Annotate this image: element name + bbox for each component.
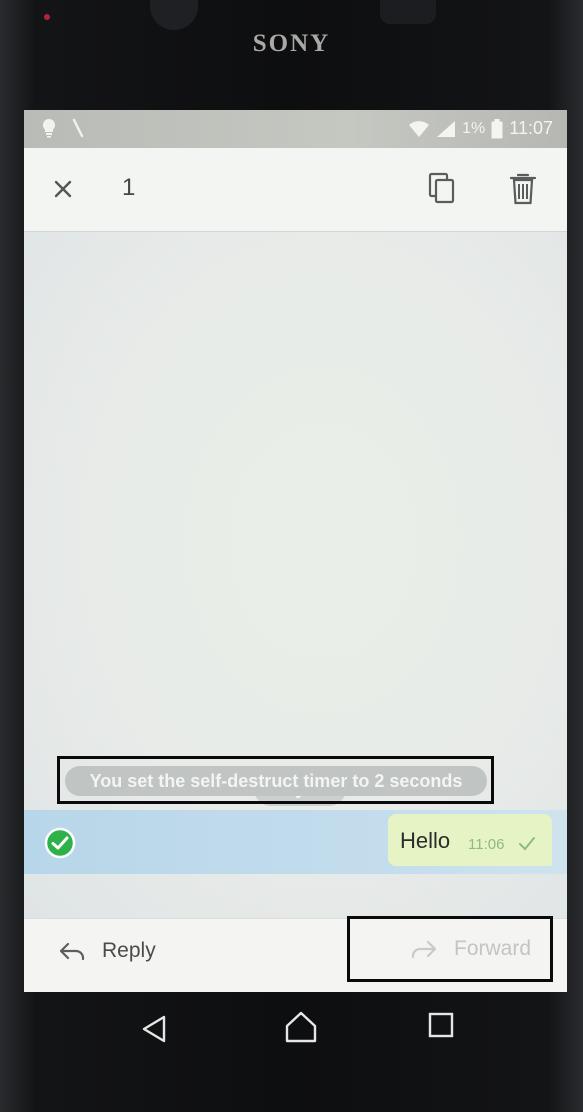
phone-frame: SONY 1% 11:07 1 Hello 11:06 Reply You se… bbox=[0, 0, 583, 1112]
device-brand: SONY bbox=[252, 30, 331, 57]
notification-led bbox=[44, 14, 50, 20]
home-icon[interactable] bbox=[284, 1010, 318, 1044]
earpiece-speaker bbox=[380, 0, 436, 24]
selection-toolbar: 1 bbox=[24, 148, 567, 232]
navigation-bar bbox=[0, 992, 583, 1062]
selected-message-row[interactable]: Hello 11:06 bbox=[24, 810, 567, 874]
lightbulb-icon bbox=[42, 118, 56, 138]
sent-check-icon bbox=[519, 837, 535, 851]
wifi-icon bbox=[409, 120, 430, 137]
front-camera bbox=[150, 0, 198, 30]
forward-button[interactable]: Forward bbox=[410, 937, 531, 961]
screen: 1% 11:07 1 July bbox=[24, 110, 567, 992]
chat-area: July 26 Hello 11:06 bbox=[24, 232, 567, 918]
usb-debug-icon bbox=[72, 118, 84, 138]
recents-icon[interactable] bbox=[427, 1011, 455, 1039]
selected-count: 1 bbox=[122, 174, 136, 201]
delete-icon[interactable] bbox=[508, 170, 538, 206]
message-time: 11:06 bbox=[468, 836, 505, 853]
status-time: 11:07 bbox=[509, 118, 553, 138]
status-bar: 1% 11:07 bbox=[24, 110, 567, 148]
forward-label: Forward bbox=[454, 937, 532, 960]
battery-icon bbox=[491, 118, 503, 138]
copy-icon[interactable] bbox=[426, 170, 458, 206]
outgoing-message-bubble[interactable]: Hello 11:06 bbox=[388, 814, 552, 866]
message-text: Hello bbox=[400, 828, 451, 853]
check-circle-icon[interactable] bbox=[44, 827, 76, 859]
forward-overlay: Forward bbox=[24, 916, 567, 992]
close-icon[interactable] bbox=[48, 174, 78, 204]
system-message: You set the self-destruct timer to 2 sec… bbox=[65, 766, 487, 796]
battery-percentage: 1% bbox=[462, 119, 486, 137]
signal-icon bbox=[437, 120, 456, 137]
forward-icon bbox=[411, 940, 437, 959]
back-icon[interactable] bbox=[140, 1014, 168, 1044]
forward-highlight: Forward bbox=[347, 916, 553, 982]
system-message-highlight: You set the self-destruct timer to 2 sec… bbox=[57, 756, 494, 804]
